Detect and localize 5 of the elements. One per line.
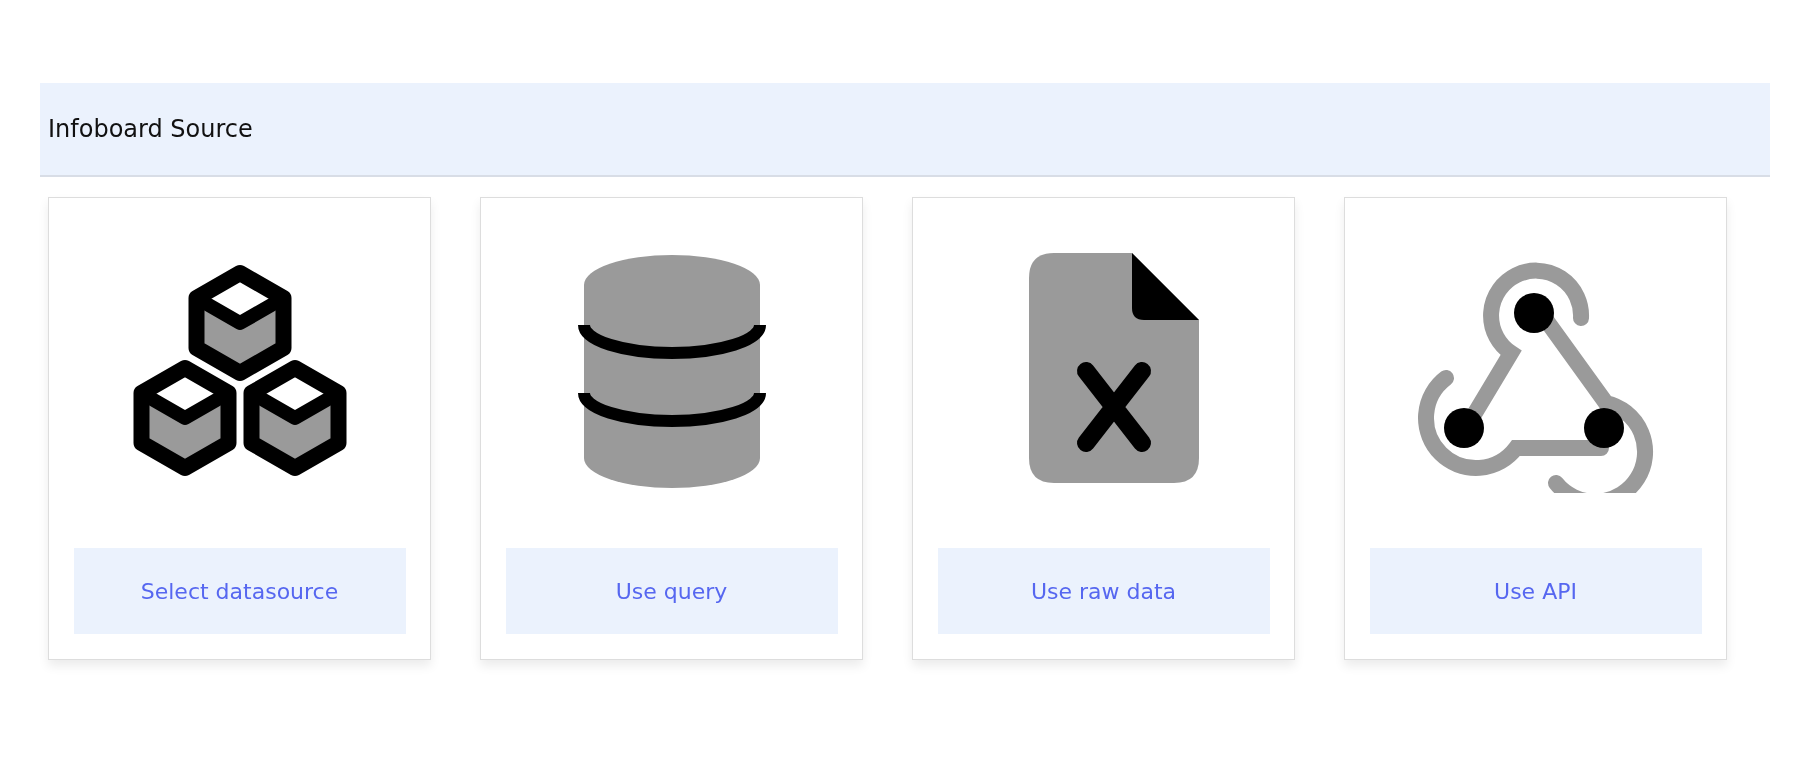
section-title: Infoboard Source bbox=[48, 115, 253, 143]
source-button[interactable]: Use query bbox=[505, 548, 838, 634]
source-button[interactable]: Use API bbox=[1369, 548, 1702, 634]
source-button[interactable]: Use raw data bbox=[937, 548, 1270, 634]
source-button[interactable]: Select datasource bbox=[73, 548, 406, 634]
